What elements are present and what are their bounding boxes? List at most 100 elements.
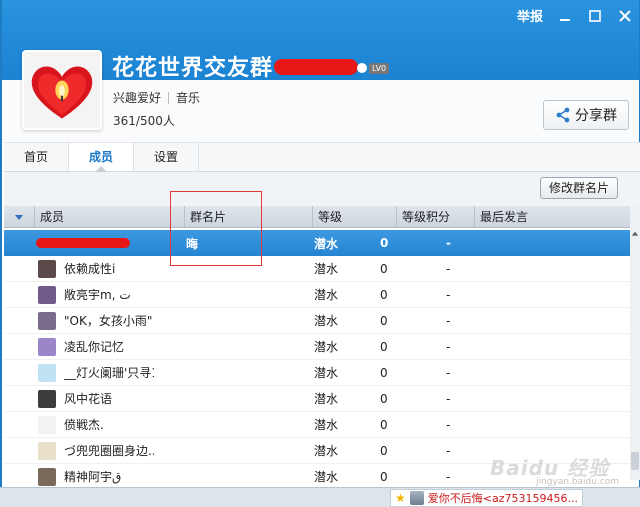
- column-card[interactable]: 群名片: [184, 206, 312, 227]
- points-cell: 0: [380, 313, 388, 328]
- member-avatar[interactable]: [38, 389, 56, 408]
- level-badge-text: LV0: [369, 62, 390, 74]
- table-row[interactable]: 偾戦杰. 潜水 0 -: [4, 412, 630, 438]
- member-toolbar: 修改群名片: [4, 172, 640, 206]
- column-level[interactable]: 等级: [312, 206, 396, 227]
- member-name: 凌乱你记忆: [64, 340, 125, 354]
- last-speech-cell: -: [446, 417, 451, 432]
- scroll-thumb[interactable]: [631, 452, 639, 470]
- share-icon: [556, 107, 570, 123]
- close-icon[interactable]: [617, 8, 633, 24]
- tab-settings[interactable]: 设置: [134, 143, 199, 171]
- member-cell: 凌乱你记忆: [4, 334, 154, 359]
- last-speech-cell: -: [446, 261, 451, 276]
- report-link[interactable]: 举报: [517, 6, 543, 25]
- card-cell: [154, 256, 282, 281]
- member-cell: 依赖成性i: [4, 256, 154, 281]
- heart-candle-image: [24, 52, 100, 128]
- level-cell: 潜水: [314, 418, 339, 432]
- points-cell: 0: [380, 443, 388, 458]
- points-cell: 0: [380, 365, 388, 380]
- level-icon: [357, 63, 367, 73]
- member-avatar[interactable]: [38, 415, 56, 434]
- level-cell: 潜水: [314, 262, 339, 276]
- member-avatar[interactable]: [38, 285, 56, 304]
- star-icon: ★: [395, 491, 406, 505]
- group-avatar[interactable]: [22, 50, 102, 130]
- card-cell: [154, 282, 282, 307]
- subcategory-label[interactable]: 音乐: [176, 89, 200, 106]
- member-name: づ兜兜圈圈身边...: [64, 444, 154, 458]
- redaction-mark: [274, 59, 358, 75]
- level-cell: 潜水: [314, 314, 339, 328]
- sort-down-icon[interactable]: [4, 212, 34, 222]
- member-name: 敞亮宇m, ت: [64, 288, 131, 302]
- last-speech-cell: -: [446, 365, 451, 380]
- tab-members[interactable]: 成员: [69, 143, 134, 172]
- member-cell: 敞亮宇m, ت: [4, 282, 154, 307]
- sender-avatar: [409, 491, 424, 505]
- card-cell: [154, 386, 282, 411]
- member-name: "OK，女孩小雨": [64, 314, 153, 328]
- group-name: 花花世界交友群: [112, 56, 274, 81]
- vertical-scrollbar[interactable]: [630, 206, 640, 480]
- last-speech-cell: -: [446, 391, 451, 406]
- member-name: __灯火阑珊'只寻1...: [64, 366, 154, 380]
- points-cell: 0: [380, 469, 388, 484]
- table-row[interactable]: 晦 潜水 0 -: [4, 230, 630, 256]
- share-group-button[interactable]: 分享群: [543, 100, 629, 130]
- member-count: 361/500人: [113, 114, 175, 128]
- last-speech-cell: -: [446, 339, 451, 354]
- member-name: 依赖成性i: [64, 262, 116, 276]
- watermark-url: jingyan.baidu.com: [536, 477, 620, 487]
- scroll-up-icon[interactable]: [630, 230, 640, 240]
- points-cell: 0: [380, 236, 389, 250]
- table-row[interactable]: 风中花语 潜水 0 -: [4, 386, 630, 412]
- card-cell: 晦: [186, 236, 199, 251]
- edit-group-card-button[interactable]: 修改群名片: [539, 177, 618, 199]
- member-cell: づ兜兜圈圈身边...: [4, 438, 154, 463]
- level-cell: 潜水: [314, 366, 339, 380]
- member-avatar[interactable]: [38, 441, 56, 460]
- member-avatar[interactable]: [38, 311, 56, 330]
- member-name: 风中花语: [64, 392, 113, 406]
- member-avatar[interactable]: [38, 467, 56, 486]
- member-cell: 偾戦杰.: [4, 412, 154, 437]
- member-cell: [4, 230, 154, 256]
- group-category: 兴趣爱好 音乐: [113, 89, 200, 106]
- table-row[interactable]: "OK，女孩小雨" 潜水 0 -: [4, 308, 630, 334]
- tab-bar: 首页 成员 设置: [4, 142, 640, 172]
- card-cell: [154, 438, 282, 463]
- member-avatar[interactable]: [38, 363, 56, 382]
- table-row[interactable]: 凌乱你记忆 潜水 0 -: [4, 334, 630, 360]
- column-points[interactable]: 等级积分: [396, 206, 474, 227]
- member-avatar[interactable]: [38, 259, 56, 278]
- last-speech-cell: -: [446, 313, 451, 328]
- card-cell: [154, 360, 282, 385]
- divider: [168, 91, 170, 104]
- card-cell: [154, 464, 282, 489]
- level-cell: 潜水: [314, 444, 339, 458]
- table-row[interactable]: 敞亮宇m, ت 潜水 0 -: [4, 282, 630, 308]
- minimize-icon[interactable]: [557, 8, 573, 24]
- member-cell: 精神阿宇ق: [4, 464, 154, 489]
- member-avatar[interactable]: [38, 337, 56, 356]
- message-notification[interactable]: ★ 爱你不后悔<az753159456...: [390, 489, 583, 507]
- group-window: 举报 花花世界交友群 LV0 兴趣爱好 音乐 361/500人 分享群 首页 成…: [0, 0, 640, 490]
- column-member[interactable]: 成员: [34, 206, 184, 227]
- table-row[interactable]: __灯火阑珊'只寻1... 潜水 0 -: [4, 360, 630, 386]
- points-cell: 0: [380, 417, 388, 432]
- maximize-icon[interactable]: [587, 8, 603, 24]
- tab-home[interactable]: 首页: [4, 143, 69, 171]
- column-last-speech[interactable]: 最后发言: [474, 206, 624, 227]
- last-speech-cell: -: [446, 287, 451, 302]
- level-cell: 潜水: [314, 470, 339, 484]
- last-speech-cell: -: [446, 236, 451, 250]
- table-row[interactable]: 依赖成性i 潜水 0 -: [4, 256, 630, 282]
- taskbar-strip: ★ 爱你不后悔<az753159456...: [0, 487, 640, 507]
- card-cell: [154, 334, 282, 359]
- level-cell: 潜水: [314, 392, 339, 406]
- member-cell: __灯火阑珊'只寻1...: [4, 360, 154, 385]
- category-label[interactable]: 兴趣爱好: [113, 89, 161, 106]
- member-table-header: 成员 群名片 等级 等级积分 最后发言: [4, 206, 630, 228]
